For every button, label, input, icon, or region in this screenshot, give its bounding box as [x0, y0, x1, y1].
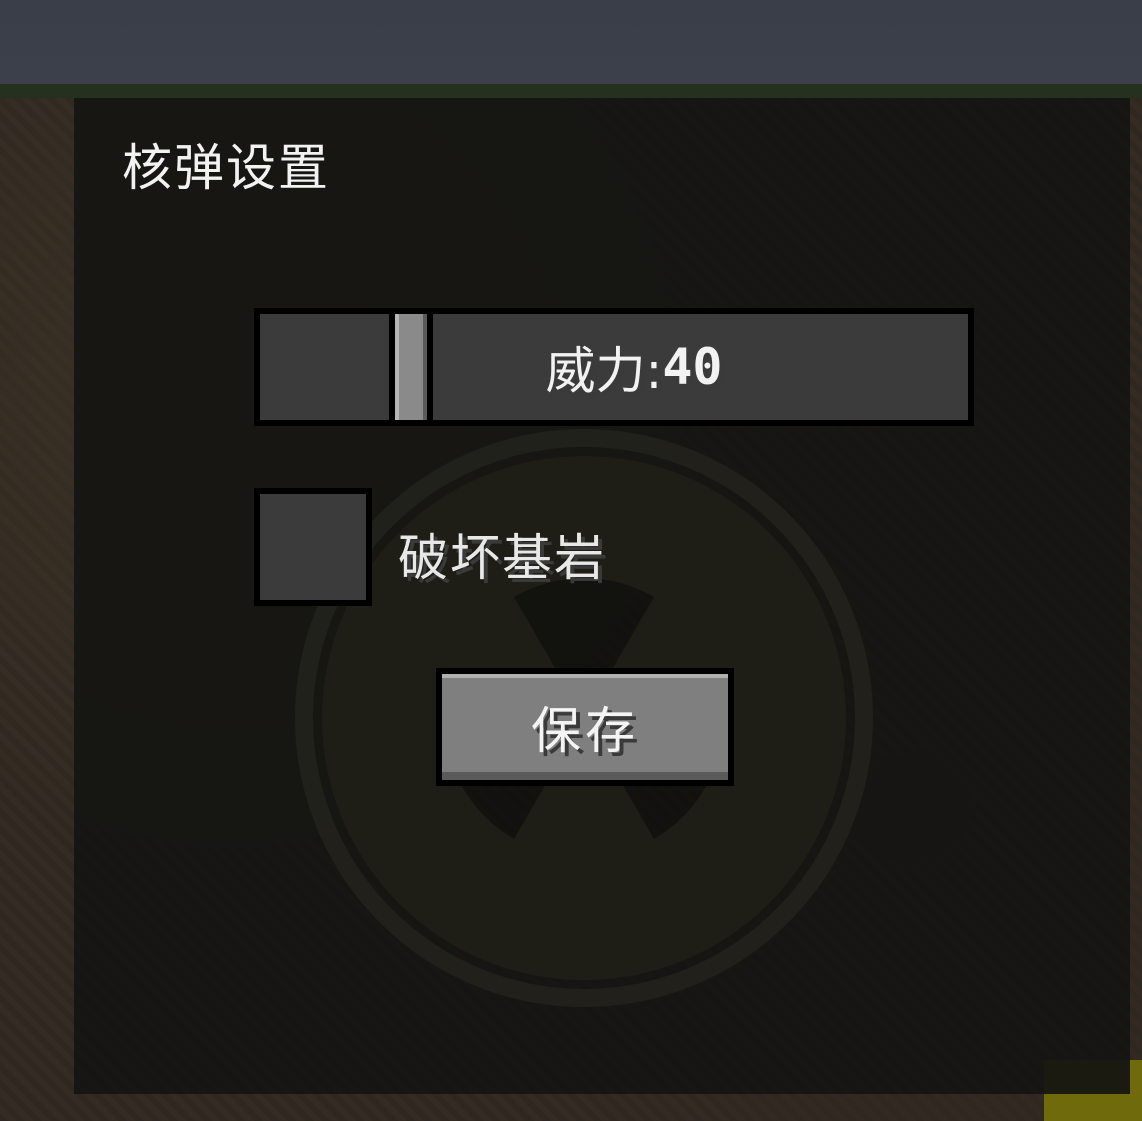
- grass-strip: [0, 84, 1142, 98]
- save-button[interactable]: 保存: [436, 668, 734, 786]
- top-bar: [0, 0, 1142, 84]
- game-screen: 核弹设置 威力: 40 破坏基岩 保存: [0, 0, 1142, 1121]
- power-value: 40: [662, 338, 723, 396]
- checkbox-box: [260, 494, 366, 600]
- dialog-title: 核弹设置: [122, 139, 330, 197]
- power-slider[interactable]: 威力: 40: [254, 308, 974, 426]
- settings-panel: 核弹设置 威力: 40 破坏基岩 保存: [74, 98, 1130, 1094]
- bedrock-checkbox[interactable]: [254, 488, 372, 606]
- power-label: 威力:: [545, 342, 663, 400]
- slider-label: 威力: 40: [254, 308, 974, 426]
- save-button-label: 保存: [442, 674, 728, 780]
- bedrock-checkbox-label: 破坏基岩: [398, 529, 606, 587]
